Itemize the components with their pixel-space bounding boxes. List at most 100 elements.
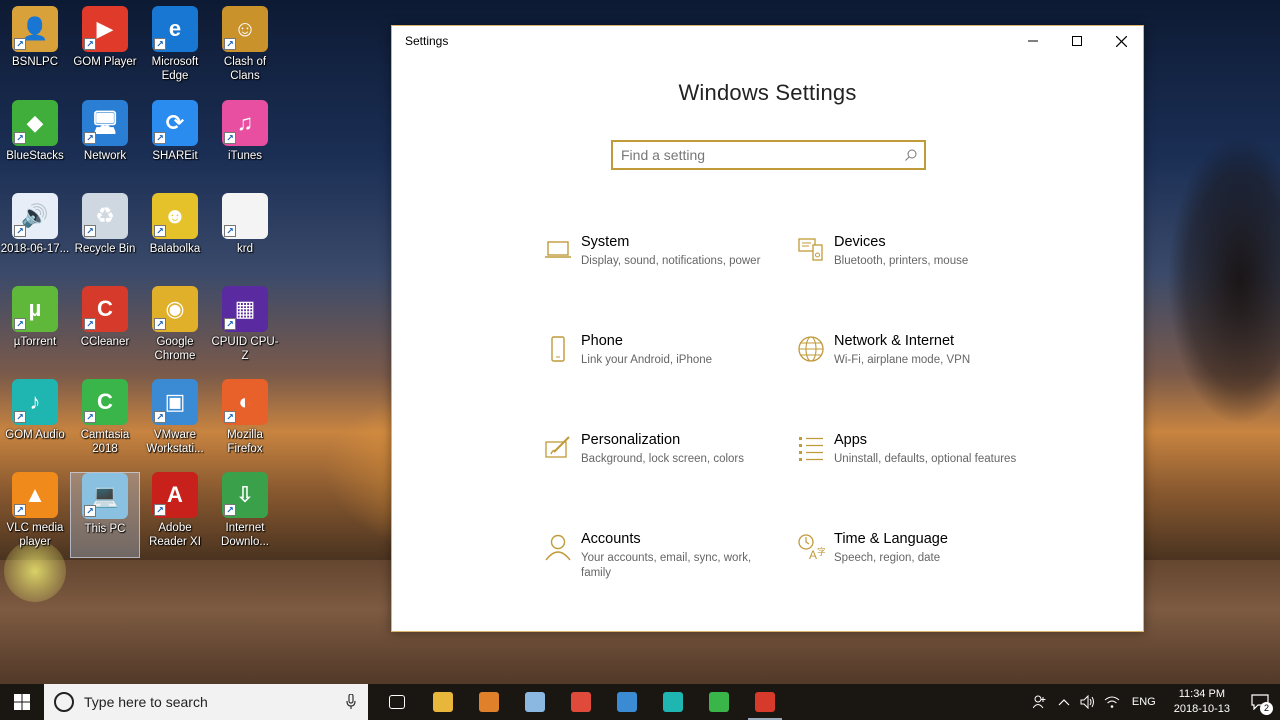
shortcut-arrow-icon: ↗ xyxy=(224,38,236,50)
desktop-icon[interactable]: ◆ ↗ BlueStacks xyxy=(0,100,70,186)
app-glyph: ♻ xyxy=(95,203,115,228)
desktop-icon[interactable]: ↗ krd xyxy=(210,193,280,279)
clock[interactable]: 11:34 PM 2018-10-13 xyxy=(1174,687,1230,717)
settings-category-network-internet[interactable]: Network & Internet Wi-Fi, airplane mode, … xyxy=(788,331,1018,371)
settings-category-devices[interactable]: Devices Bluetooth, printers, mouse xyxy=(788,232,1018,272)
desktop-icon[interactable]: 💻 ↗ This PC xyxy=(70,472,140,558)
desktop-icon[interactable]: ⟳ ↗ SHAREit xyxy=(140,100,210,186)
maximize-button[interactable] xyxy=(1055,26,1099,56)
laptop-icon xyxy=(535,232,581,272)
desktop-icon-label: Camtasia 2018 xyxy=(80,429,130,455)
app-icon: ⇩ ↗ xyxy=(222,472,268,518)
settings-window: Settings Windows Settings System Display,… xyxy=(391,25,1144,632)
shortcut-arrow-icon: ↗ xyxy=(154,132,166,144)
desktop-icon[interactable]: e ↗ Microsoft Edge xyxy=(140,6,210,92)
shortcut-arrow-icon: ↗ xyxy=(224,132,236,144)
app-glyph: C xyxy=(97,389,113,414)
app-icon: ☺ ↗ xyxy=(222,6,268,52)
wallpaper-tree xyxy=(1140,120,1280,560)
app-glyph: ⇩ xyxy=(235,482,255,507)
minimize-button[interactable] xyxy=(1011,26,1055,56)
desktop-icon[interactable]: ⇩ ↗ Internet Downlo... xyxy=(210,472,280,558)
people-icon[interactable] xyxy=(1028,684,1052,720)
taskbar-app-app-blue[interactable] xyxy=(512,684,558,720)
desktop-icon-label: BSNLPC xyxy=(11,56,59,68)
settings-category-time-language[interactable]: A字Time & LanguageSpeech, region, date xyxy=(788,529,1018,569)
settings-category-system[interactable]: System Display, sound, notifications, pow… xyxy=(535,232,765,272)
taskbar-app-gom-audio[interactable] xyxy=(650,684,696,720)
taskbar-app-gom-player[interactable] xyxy=(466,684,512,720)
desktop-icon-label: iTunes xyxy=(227,150,263,162)
desktop-icon[interactable]: ▣ ↗ VMware Workstati... xyxy=(140,379,210,465)
file-explorer-icon xyxy=(433,692,453,712)
category-name: Accounts xyxy=(581,531,641,547)
app-glyph: ◉ xyxy=(165,296,185,321)
app-icon: ▲ ↗ xyxy=(12,472,58,518)
desktop-icon-label: Internet Downlo... xyxy=(221,522,269,548)
taskbar-app-vmware[interactable] xyxy=(604,684,650,720)
desktop-icon[interactable]: 👤 ↗ BSNLPC xyxy=(0,6,70,92)
taskbar-app-camtasia[interactable] xyxy=(696,684,742,720)
action-center-button[interactable]: 2 xyxy=(1240,684,1280,720)
app-icon: 🖥 ↗ xyxy=(82,100,128,146)
search-input[interactable] xyxy=(613,142,898,168)
app-icon: 💻 ↗ xyxy=(82,473,128,519)
shortcut-arrow-icon: ↗ xyxy=(224,225,236,237)
desktop-icon-label: µTorrent xyxy=(13,336,57,348)
desktop-icon[interactable]: ▦ ↗ CPUID CPU-Z xyxy=(210,286,280,372)
desktop-icon-label: BlueStacks xyxy=(6,150,64,162)
shortcut-arrow-icon: ↗ xyxy=(14,318,26,330)
phone-icon xyxy=(535,331,581,371)
taskbar-search-placeholder: Type here to search xyxy=(84,694,208,710)
person-icon xyxy=(535,529,581,569)
minimize-icon xyxy=(1028,40,1038,42)
category-description: Wi-Fi, airplane mode, VPN xyxy=(834,354,971,366)
desktop-icon[interactable]: ◉ ↗ Google Chrome xyxy=(140,286,210,372)
window-title: Settings xyxy=(405,34,449,48)
settings-category-apps[interactable]: Apps Uninstall, defaults, optional featur… xyxy=(788,430,1018,470)
desktop-icon[interactable]: ♪ ↗ GOM Audio xyxy=(0,379,70,465)
settings-search-box[interactable] xyxy=(611,140,926,170)
desktop-icon[interactable]: 🖥 ↗ Network xyxy=(70,100,140,186)
shortcut-arrow-icon: ↗ xyxy=(14,38,26,50)
wifi-icon[interactable] xyxy=(1100,684,1124,720)
desktop-icon[interactable]: ◐ ↗ Mozilla Firefox xyxy=(210,379,280,465)
desktop-icon-label: krd xyxy=(237,243,253,255)
close-button[interactable] xyxy=(1099,26,1143,56)
clock-time: 11:34 PM xyxy=(1178,688,1225,700)
start-button[interactable] xyxy=(0,684,44,720)
task-view-icon xyxy=(389,695,405,709)
taskbar-app-ccleaner[interactable] xyxy=(742,684,788,720)
desktop-icon[interactable]: ☺ ↗ Clash of Clans xyxy=(210,6,280,92)
desktop-icon[interactable]: ♫ ↗ iTunes xyxy=(210,100,280,186)
desktop-icon[interactable]: C ↗ CCleaner xyxy=(70,286,140,372)
desktop-icon[interactable]: ♻ ↗ Recycle Bin xyxy=(70,193,140,279)
settings-category-accounts[interactable]: Accounts Your accounts, email, sync, work… xyxy=(535,529,765,581)
taskbar-search-box[interactable]: Type here to search xyxy=(44,684,368,720)
app-glyph: ⟳ xyxy=(165,110,185,135)
app-glyph: ☺ xyxy=(233,16,257,41)
taskbar-app-task-view[interactable] xyxy=(374,684,420,720)
settings-category-phone[interactable]: Phone Link your Android, iPhone xyxy=(535,331,765,371)
category-name: Network & Internet xyxy=(834,333,955,349)
desktop-icon[interactable]: C ↗ Camtasia 2018 xyxy=(70,379,140,465)
desktop-icon[interactable]: µ ↗ µTorrent xyxy=(0,286,70,372)
app-glyph: ▶ xyxy=(96,16,114,41)
chevron-up-icon[interactable] xyxy=(1052,684,1076,720)
volume-icon[interactable] xyxy=(1076,684,1100,720)
title-bar[interactable]: Settings xyxy=(392,26,1143,56)
app-glyph: ◐ xyxy=(238,389,252,414)
desktop-icon-label: Recycle Bin xyxy=(74,243,136,255)
settings-category-personalization[interactable]: Personalization Background, lock screen, … xyxy=(535,430,765,470)
desktop-icon[interactable]: 🔊 ↗ 2018-06-17... xyxy=(0,193,70,279)
taskbar-app-file-explorer[interactable] xyxy=(420,684,466,720)
desktop-icon[interactable]: ▲ ↗ VLC media player xyxy=(0,472,70,558)
desktop-icon[interactable]: ▶ ↗ GOM Player xyxy=(70,6,140,92)
language-indicator[interactable]: ENG xyxy=(1132,696,1156,708)
app-icon: e ↗ xyxy=(152,6,198,52)
shortcut-arrow-icon: ↗ xyxy=(14,132,26,144)
desktop-icon[interactable]: A ↗ Adobe Reader XI xyxy=(140,472,210,558)
taskbar-app-chrome[interactable] xyxy=(558,684,604,720)
search-icon[interactable] xyxy=(898,149,924,161)
desktop-icon[interactable]: ☻ ↗ Balabolka xyxy=(140,193,210,279)
